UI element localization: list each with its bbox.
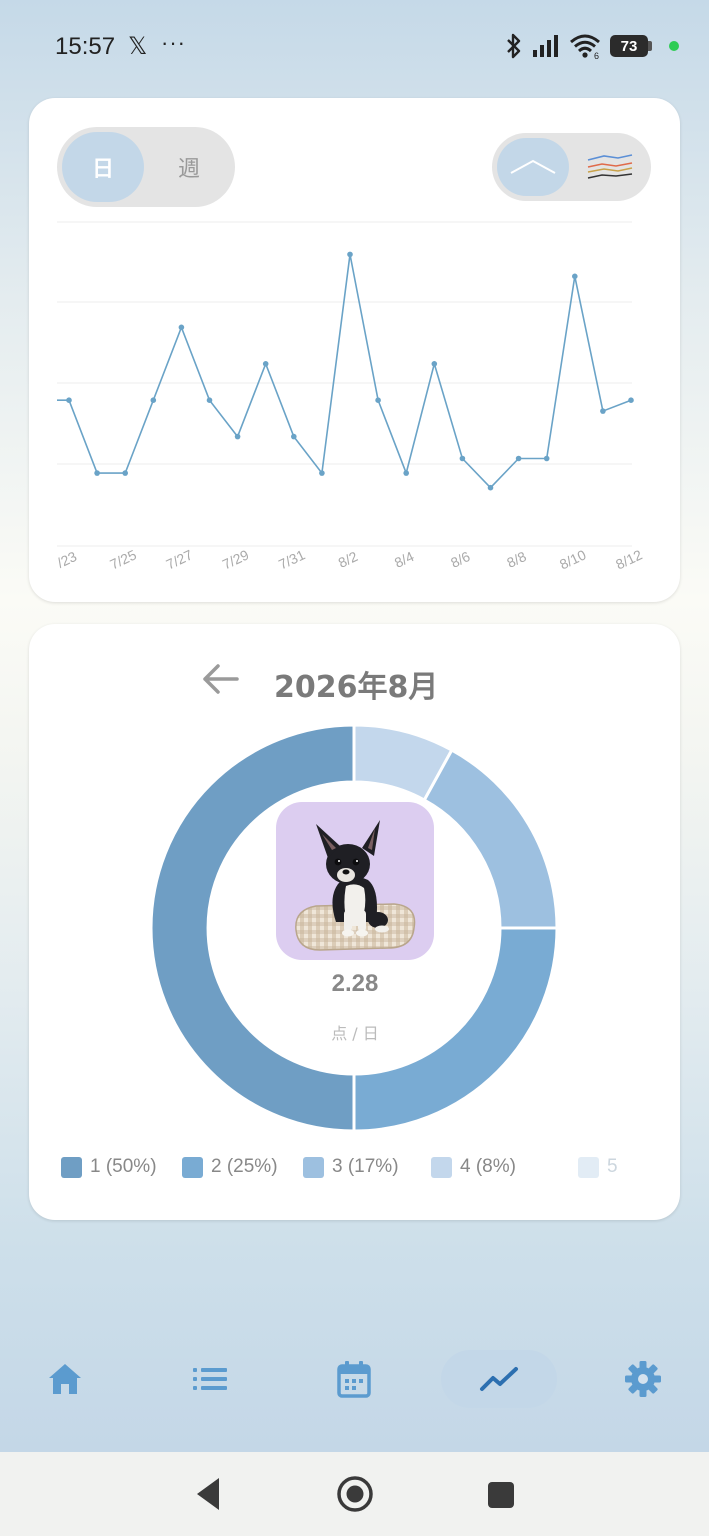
average-unit: 点 / 日 xyxy=(331,1024,379,1043)
data-point xyxy=(543,455,550,462)
svg-text:6: 6 xyxy=(594,51,599,59)
legend-label: 5 xyxy=(607,1156,618,1177)
legend-label: 2 (25%) xyxy=(211,1156,278,1177)
legend-item: 3 (17%) xyxy=(303,1156,399,1178)
data-point xyxy=(403,470,410,476)
monthly-summary-card: 2026年8月 2.28 点 / 日 1 (50%) 2 (25%) 3 (17… xyxy=(29,624,680,1220)
calendar-icon xyxy=(337,1361,371,1398)
data-point xyxy=(515,455,522,462)
battery-icon: 73 xyxy=(610,35,652,57)
data-point xyxy=(262,361,269,367)
bluetooth-icon xyxy=(507,33,521,59)
data-point xyxy=(347,251,353,258)
legend-swatch xyxy=(182,1156,203,1178)
x-tick-label: 7/31 xyxy=(276,546,308,572)
donut-slice xyxy=(422,748,559,930)
legend-item: 1 (50%) xyxy=(61,1156,157,1178)
legend-label: 1 (50%) xyxy=(90,1156,157,1177)
signal-icon xyxy=(533,35,558,57)
status-bar: 15:57 𝕏 ··· 6 73 xyxy=(0,0,709,95)
x-tick-label: 8/2 xyxy=(336,548,361,571)
average-value: 2.28 xyxy=(331,970,379,997)
settings-icon xyxy=(625,1361,661,1397)
data-point xyxy=(150,397,157,404)
data-point xyxy=(487,484,494,491)
legend-item: 2 (25%) xyxy=(182,1156,278,1178)
trend-icon xyxy=(480,1367,518,1391)
legend-swatch xyxy=(61,1156,82,1178)
trend-card: 日 週 /23 7/25 7/27 7/29 7/31 8/2 8/4 8/6 8/8 8/10 8… xyxy=(29,98,680,602)
x-tick-label: 8/10 xyxy=(557,546,589,572)
data-point xyxy=(459,455,466,462)
data-point xyxy=(178,324,185,331)
recents-icon[interactable] xyxy=(486,1474,516,1514)
legend-label: 4 (8%) xyxy=(460,1156,516,1177)
data-point xyxy=(66,397,72,404)
charging-dot xyxy=(669,41,679,51)
data-point xyxy=(628,397,634,404)
home-circle-icon[interactable] xyxy=(335,1474,375,1514)
data-point xyxy=(600,408,606,414)
x-tick-label: 8/12 xyxy=(613,546,645,572)
data-point xyxy=(319,470,325,476)
legend-item: 4 (8%) xyxy=(431,1156,516,1178)
chihuahua-image xyxy=(295,820,416,951)
x-tick-label: 8/8 xyxy=(504,548,529,571)
data-point xyxy=(94,470,100,476)
data-point xyxy=(206,397,213,404)
nav-home[interactable] xyxy=(7,1350,123,1408)
data-point xyxy=(572,273,578,280)
x-tick-label: 7/27 xyxy=(164,546,196,572)
bottom-navigation xyxy=(0,1340,709,1420)
line-chart: /23 7/25 7/27 7/29 7/31 8/2 8/4 8/6 8/8 8/10 8/12 xyxy=(55,221,645,572)
data-point xyxy=(431,361,438,367)
x-tick-label: 8/6 xyxy=(448,548,473,571)
series-line xyxy=(57,254,632,489)
data-point xyxy=(234,433,241,440)
list-icon xyxy=(193,1368,227,1390)
data-point xyxy=(122,470,128,476)
data-point xyxy=(375,397,381,404)
home-icon xyxy=(49,1364,81,1394)
legend-swatch xyxy=(578,1156,599,1178)
wifi-icon: 6 xyxy=(570,34,600,59)
legend: 1 (50%) 2 (25%) 3 (17%) 4 (8%) 5 xyxy=(61,1156,661,1186)
x-app-icon: 𝕏 xyxy=(128,33,148,60)
x-tick-label: 7/25 xyxy=(107,546,139,572)
legend-label: 3 (17%) xyxy=(332,1156,399,1177)
dog-avatar xyxy=(276,802,434,960)
legend-item: 5 xyxy=(578,1156,618,1178)
system-navigation-bar xyxy=(0,1452,709,1536)
data-point xyxy=(291,433,297,440)
nav-trend[interactable] xyxy=(441,1350,557,1408)
back-icon[interactable] xyxy=(193,1474,223,1514)
status-icons: 6 73 xyxy=(505,33,679,59)
more-notifications-icon: ··· xyxy=(161,30,186,55)
legend-swatch xyxy=(431,1156,452,1178)
battery-level: 73 xyxy=(610,35,648,57)
nav-settings[interactable] xyxy=(585,1350,701,1408)
nav-calendar[interactable] xyxy=(296,1350,412,1408)
status-time: 15:57 xyxy=(55,33,116,60)
legend-swatch xyxy=(303,1156,324,1178)
x-tick-label: 8/4 xyxy=(392,548,417,571)
x-tick-label: 7/29 xyxy=(220,546,252,572)
x-tick-label: /23 xyxy=(55,548,80,571)
nav-list[interactable] xyxy=(152,1350,268,1408)
